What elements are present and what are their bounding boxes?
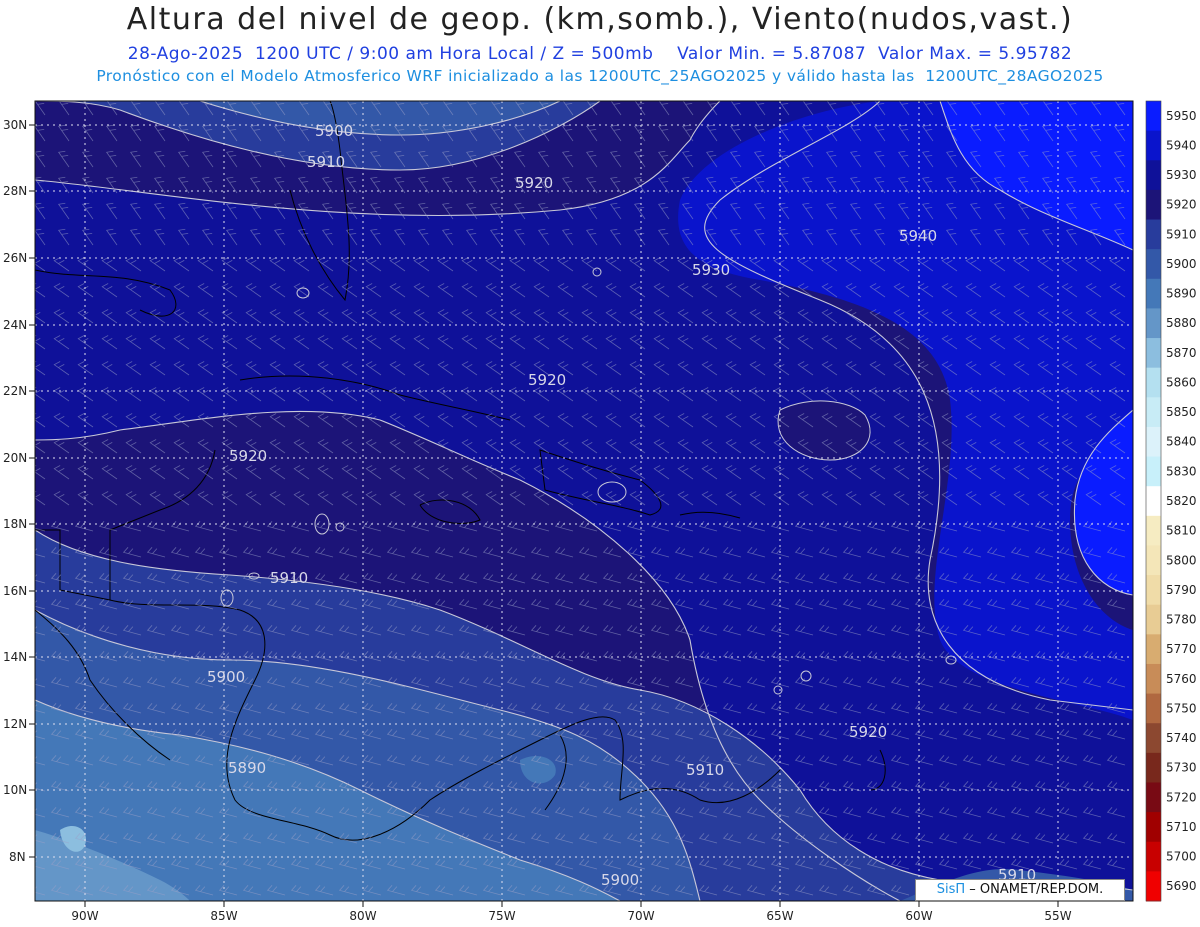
lat-label: 8N bbox=[9, 850, 26, 864]
colorbar-label: 5870 bbox=[1166, 346, 1197, 360]
map-svg: 5900 5910 5920 5940 5930 5920 5920 5910 … bbox=[3, 100, 1197, 923]
colorbar-label: 5800 bbox=[1166, 553, 1197, 567]
credit-box: SisΠ – ONAMET/REP.DOM. bbox=[915, 879, 1125, 901]
contour-label: 5920 bbox=[849, 723, 887, 741]
colorbar-label: 5740 bbox=[1166, 731, 1197, 745]
colorbar-swatch bbox=[1146, 189, 1161, 221]
contour-label: 5920 bbox=[528, 371, 566, 389]
colorbar-label: 5700 bbox=[1166, 850, 1197, 864]
colorbar-label: 5890 bbox=[1166, 287, 1197, 301]
colorbar-label: 5950 bbox=[1166, 109, 1197, 123]
colorbar-swatch bbox=[1146, 545, 1161, 576]
contour-label: 5910 bbox=[686, 761, 724, 779]
lat-label: 20N bbox=[3, 451, 27, 465]
lon-label: 75W bbox=[488, 909, 515, 923]
colorbar-label: 5720 bbox=[1166, 790, 1197, 804]
colorbar-swatch bbox=[1146, 338, 1161, 369]
colorbar-label: 5930 bbox=[1166, 168, 1197, 182]
contour-label: 5900 bbox=[315, 122, 353, 140]
colorbar-label: 5860 bbox=[1166, 375, 1197, 389]
colorbar-label: 5730 bbox=[1166, 761, 1197, 775]
lat-label: 30N bbox=[3, 118, 27, 132]
contour-label: 5940 bbox=[899, 227, 937, 245]
colorbar-swatch bbox=[1146, 812, 1161, 843]
colorbar-swatch bbox=[1146, 367, 1161, 398]
colorbar-label: 5770 bbox=[1166, 642, 1197, 656]
lat-label: 24N bbox=[3, 318, 27, 332]
colorbar-swatch bbox=[1146, 486, 1161, 517]
geopotential-field: 5900 5910 5920 5940 5930 5920 5920 5910 … bbox=[35, 101, 1133, 901]
colorbar-swatch bbox=[1146, 278, 1161, 309]
sispi-logo: SisΠ bbox=[936, 882, 966, 897]
lat-label: 10N bbox=[3, 783, 27, 797]
colorbar-label: 5780 bbox=[1166, 613, 1197, 627]
colorbar-swatch bbox=[1146, 752, 1161, 783]
colorbar-swatch bbox=[1146, 515, 1161, 546]
colorbar-label: 5820 bbox=[1166, 494, 1197, 508]
colorbar-swatch bbox=[1146, 663, 1161, 695]
colorbar-label: 5690 bbox=[1166, 879, 1197, 893]
colorbar-swatch bbox=[1146, 723, 1161, 754]
lat-label: 22N bbox=[3, 384, 27, 398]
colorbar-label: 5750 bbox=[1166, 701, 1197, 715]
colorbar-label: 5830 bbox=[1166, 464, 1197, 478]
colorbar-swatch bbox=[1146, 456, 1161, 487]
colorbar-label: 5940 bbox=[1166, 138, 1197, 152]
contour-label: 5890 bbox=[228, 759, 266, 777]
colorbar-label: 5850 bbox=[1166, 405, 1197, 419]
colorbar-swatch bbox=[1146, 249, 1161, 280]
credit-text: – ONAMET/REP.DOM. bbox=[965, 882, 1104, 897]
colorbar-swatch bbox=[1146, 219, 1161, 250]
lat-label: 18N bbox=[3, 517, 27, 531]
colorbar-swatch bbox=[1146, 871, 1161, 902]
colorbar-swatch bbox=[1146, 130, 1161, 161]
lon-label: 65W bbox=[766, 909, 793, 923]
lat-label: 16N bbox=[3, 584, 27, 598]
colorbar-swatch bbox=[1146, 160, 1161, 191]
lon-label: 60W bbox=[905, 909, 932, 923]
lat-label: 26N bbox=[3, 251, 27, 265]
lon-label: 70W bbox=[627, 909, 654, 923]
colorbar-swatch bbox=[1146, 841, 1161, 872]
colorbar-label: 5810 bbox=[1166, 524, 1197, 538]
colorbar: 5950 5940 5930 5920 5910 5900 5890 5880 5870 5860… bbox=[1145, 100, 1197, 902]
lat-label: 12N bbox=[3, 717, 27, 731]
colorbar-label: 5910 bbox=[1166, 227, 1197, 241]
colorbar-swatch bbox=[1146, 426, 1161, 458]
colorbar-label: 5710 bbox=[1166, 820, 1197, 834]
colorbar-label: 5790 bbox=[1166, 583, 1197, 597]
colorbar-swatch bbox=[1146, 604, 1161, 635]
contour-label: 5920 bbox=[515, 174, 553, 192]
lat-label: 28N bbox=[3, 184, 27, 198]
colorbar-swatch bbox=[1146, 397, 1161, 428]
lat-axis: 30N 28N 26N 24N 22N 20N 18N 16N 14N 12N … bbox=[3, 118, 35, 864]
contour-label: 5930 bbox=[692, 261, 730, 279]
lon-label: 90W bbox=[71, 909, 98, 923]
lon-label: 55W bbox=[1044, 909, 1071, 923]
contour-label: 5910 bbox=[307, 153, 345, 171]
colorbar-swatch bbox=[1146, 782, 1161, 813]
lon-axis: 90W 85W 80W 75W 70W 65W 60W 55W bbox=[71, 901, 1072, 923]
contour-label: 5910 bbox=[270, 569, 308, 587]
colorbar-label: 5760 bbox=[1166, 672, 1197, 686]
colorbar-swatch bbox=[1146, 634, 1161, 665]
contour-label: 5900 bbox=[207, 668, 245, 686]
colorbar-swatch bbox=[1146, 308, 1161, 339]
colorbar-swatch bbox=[1146, 693, 1161, 724]
colorbar-swatch bbox=[1146, 575, 1161, 606]
colorbar-label: 5920 bbox=[1166, 198, 1197, 212]
colorbar-label: 5880 bbox=[1166, 316, 1197, 330]
colorbar-label: 5900 bbox=[1166, 257, 1197, 271]
contour-label: 5900 bbox=[601, 871, 639, 889]
lon-label: 80W bbox=[349, 909, 376, 923]
lat-label: 14N bbox=[3, 650, 27, 664]
colorbar-label: 5840 bbox=[1166, 435, 1197, 449]
contour-label: 5920 bbox=[229, 447, 267, 465]
colorbar-swatch bbox=[1146, 101, 1161, 132]
lon-label: 85W bbox=[210, 909, 237, 923]
